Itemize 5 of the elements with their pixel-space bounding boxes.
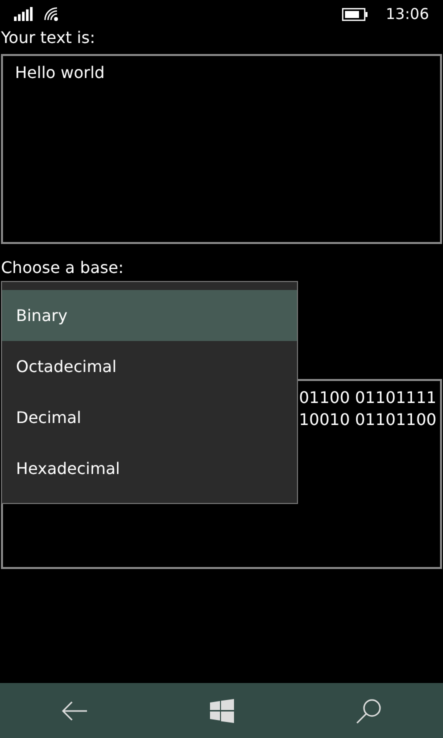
input-label: Your text is: xyxy=(0,28,96,48)
output-text: 01100 01101111 xyxy=(299,387,438,409)
clock-time: 13:06 xyxy=(386,5,429,23)
base-label: Choose a base: xyxy=(0,258,125,278)
output-text: 10010 01101100 xyxy=(299,409,438,431)
